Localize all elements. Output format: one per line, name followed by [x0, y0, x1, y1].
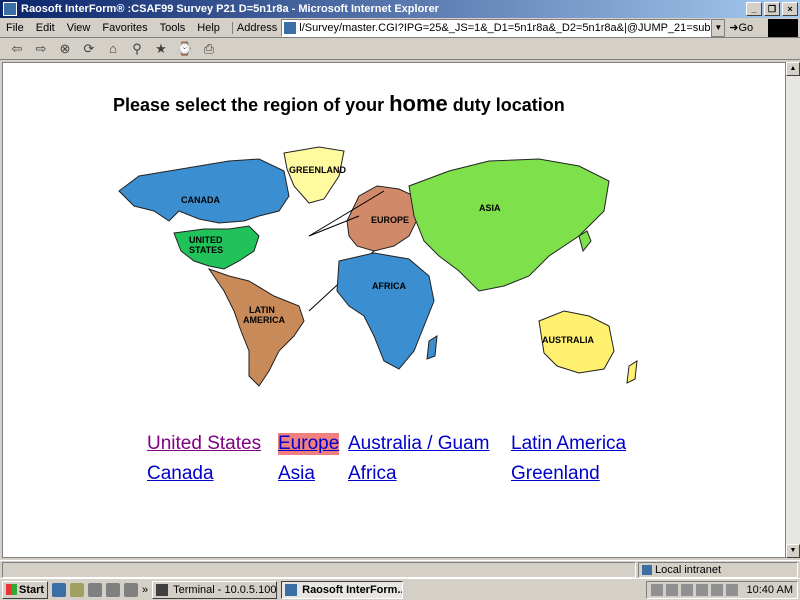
menu-help[interactable]: Help — [191, 22, 226, 34]
task-label: Raosoft InterForm... — [302, 583, 404, 596]
menu-tools[interactable]: Tools — [154, 22, 192, 34]
address-dropdown-icon[interactable]: ▼ — [711, 18, 726, 37]
scroll-up-icon[interactable]: ▲ — [786, 62, 800, 76]
map-label-united-states-1: UNITED — [189, 235, 223, 245]
region-africa[interactable] — [336, 252, 435, 370]
map-label-canada: CANADA — [181, 195, 220, 205]
taskbar: Start » Terminal - 10.0.5.100 Raosoft In… — [0, 578, 800, 600]
go-button[interactable]: ➜Go — [729, 21, 753, 34]
ie-app-icon — [3, 2, 17, 16]
map-label-australia: AUSTRALIA — [542, 335, 594, 345]
quicklaunch-icon[interactable] — [106, 582, 120, 597]
link-asia[interactable]: Asia — [278, 463, 315, 485]
link-europe[interactable]: Europe — [278, 433, 340, 455]
region-greenland[interactable] — [283, 146, 345, 204]
map-label-greenland: GREENLAND — [289, 165, 347, 175]
close-icon[interactable]: × — [782, 2, 798, 16]
link-africa[interactable]: Africa — [348, 463, 397, 485]
security-zone: Local intranet — [638, 561, 798, 578]
history-icon[interactable]: ⌚ — [176, 40, 194, 58]
menu-edit[interactable]: Edit — [30, 22, 61, 34]
status-text — [2, 561, 636, 578]
windows-logo-icon — [768, 19, 798, 37]
region-canada[interactable] — [118, 158, 290, 224]
status-bar: Local intranet — [0, 560, 800, 578]
menu-bar: File Edit View Favorites Tools Help Addr… — [0, 18, 800, 38]
address-value: l/Survey/master.CGI?IPG=25&_JS=1&_D1=5n1… — [299, 21, 712, 34]
tray-icon[interactable] — [665, 584, 678, 596]
ie-icon — [285, 583, 298, 596]
address-label: Address — [231, 21, 277, 34]
tray-icon[interactable] — [650, 584, 663, 596]
search-icon[interactable]: ⚲ — [128, 40, 146, 58]
map-label-europe: EUROPE — [371, 215, 409, 225]
ie-quicklaunch-icon[interactable] — [52, 582, 66, 597]
system-tray: 10:40 AM — [645, 581, 798, 599]
tray-icon[interactable] — [710, 584, 723, 596]
desktop-quicklaunch-icon[interactable] — [70, 582, 84, 597]
link-australia-guam[interactable]: Australia / Guam — [348, 433, 490, 455]
address-field[interactable]: l/Survey/master.CGI?IPG=25&_JS=1&_D1=5n1… — [281, 18, 712, 37]
tray-icon[interactable] — [680, 584, 693, 596]
window-title: Raosoft InterForm® :CSAF99 Survey P21 D=… — [21, 3, 439, 15]
task-terminal[interactable]: Terminal - 10.0.5.100 — [152, 580, 278, 599]
page-content: Please select the region of your home du… — [2, 62, 786, 558]
title-bar: Raosoft InterForm® :CSAF99 Survey P21 D=… — [0, 0, 800, 18]
heading-text-post: duty location — [447, 95, 565, 115]
back-icon[interactable]: ⇦ — [8, 40, 26, 58]
minimize-icon[interactable]: _ — [746, 2, 762, 16]
region-madagascar[interactable] — [426, 335, 438, 360]
region-asia[interactable] — [408, 158, 610, 292]
more-chevron-icon[interactable]: » — [142, 584, 148, 596]
world-map[interactable]: GREENLAND CANADA UNITED STATES EUROPE AS… — [109, 141, 649, 391]
map-label-africa: AFRICA — [372, 281, 406, 291]
forward-icon[interactable]: ⇨ — [32, 40, 50, 58]
zone-label: Local intranet — [655, 563, 722, 576]
region-latin-america[interactable] — [207, 268, 305, 387]
link-latin-america[interactable]: Latin America — [511, 433, 626, 455]
terminal-icon — [156, 583, 169, 596]
link-greenland[interactable]: Greenland — [511, 463, 600, 485]
tray-icon[interactable] — [725, 584, 738, 596]
go-label: Go — [738, 22, 754, 34]
menu-file[interactable]: File — [0, 22, 30, 34]
menu-favorites[interactable]: Favorites — [96, 22, 153, 34]
vertical-scrollbar[interactable]: ▲ ▼ — [786, 62, 800, 558]
map-label-united-states-2: STATES — [189, 245, 223, 255]
menu-view[interactable]: View — [61, 22, 97, 34]
stop-icon[interactable]: ⊗ — [56, 40, 74, 58]
task-label: Terminal - 10.0.5.100 — [173, 583, 277, 596]
page-icon — [284, 21, 297, 34]
link-united-states[interactable]: United States — [147, 433, 261, 455]
start-button[interactable]: Start — [2, 580, 48, 599]
map-label-asia: ASIA — [479, 203, 501, 213]
link-canada[interactable]: Canada — [147, 463, 214, 485]
heading-home: home — [389, 91, 448, 116]
refresh-icon[interactable]: ⟳ — [80, 40, 98, 58]
start-label: Start — [19, 583, 45, 596]
map-label-latin-america-1: LATIN — [249, 305, 275, 315]
scroll-down-icon[interactable]: ▼ — [786, 544, 800, 558]
intranet-icon — [642, 564, 652, 575]
home-icon[interactable]: ⌂ — [104, 40, 122, 58]
heading-text-pre: Please select the region of your — [113, 95, 390, 115]
tray-icon[interactable] — [695, 584, 708, 596]
region-new-zealand[interactable] — [626, 360, 638, 384]
clock: 10:40 AM — [746, 584, 793, 596]
windows-flag-icon — [6, 584, 17, 595]
favorites-icon[interactable]: ★ — [152, 40, 170, 58]
toolbar: ⇦ ⇨ ⊗ ⟳ ⌂ ⚲ ★ ⌚ ⎙ — [0, 38, 800, 60]
quicklaunch-icon[interactable] — [88, 582, 102, 597]
task-ie[interactable]: Raosoft InterForm... — [281, 580, 404, 599]
page-heading: Please select the region of your home du… — [113, 91, 565, 117]
print-icon[interactable]: ⎙ — [200, 40, 218, 58]
map-label-latin-america-2: AMERICA — [243, 315, 285, 325]
quicklaunch-icon[interactable] — [124, 582, 138, 597]
restore-icon[interactable]: ❐ — [764, 2, 780, 16]
